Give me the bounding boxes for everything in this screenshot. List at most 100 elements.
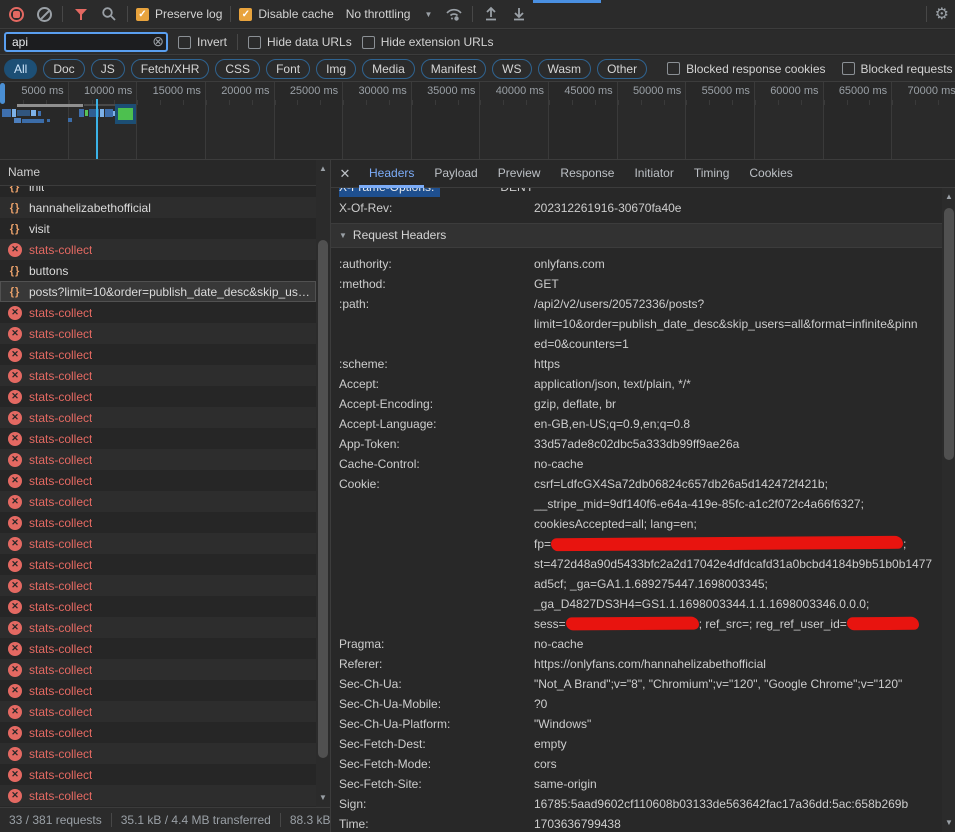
network-overview-timeline[interactable]: 5000 ms10000 ms15000 ms20000 ms25000 ms3…: [0, 82, 955, 160]
timeline-minor-tick: [458, 100, 459, 105]
overview-drag-handle[interactable]: [0, 83, 5, 104]
request-row[interactable]: stats-collect: [0, 785, 316, 806]
request-row[interactable]: stats-collect: [0, 407, 316, 428]
export-har-button[interactable]: [509, 4, 529, 24]
checkbox-blocked-response-cookies[interactable]: Blocked response cookies: [667, 62, 825, 76]
tab-preview[interactable]: Preview: [488, 160, 551, 188]
throttling-value: No throttling: [346, 7, 411, 21]
disable-cache-checkbox[interactable]: Disable cache: [239, 7, 333, 21]
timeline-minor-tick: [847, 100, 848, 105]
request-row[interactable]: stats-collect: [0, 701, 316, 722]
tab-timing[interactable]: Timing: [684, 160, 740, 188]
request-name: buttons: [29, 264, 68, 278]
filter-type-manifest[interactable]: Manifest: [421, 59, 486, 79]
request-name: stats-collect: [29, 579, 92, 593]
scrollbar-thumb[interactable]: [944, 208, 954, 460]
request-list-scrollbar[interactable]: ▲ ▼: [316, 160, 330, 807]
request-row[interactable]: stats-collect: [0, 239, 316, 260]
waterfall-bar: [100, 109, 104, 117]
scroll-down-arrow-icon[interactable]: ▼: [316, 791, 330, 805]
filter-type-js[interactable]: JS: [91, 59, 125, 79]
request-row[interactable]: stats-collect: [0, 302, 316, 323]
request-row[interactable]: stats-collect: [0, 533, 316, 554]
network-conditions-button[interactable]: [444, 4, 464, 24]
record-network-log-button[interactable]: [6, 4, 26, 24]
checkbox-label: Blocked requests: [861, 62, 953, 76]
request-row[interactable]: stats-collect: [0, 386, 316, 407]
scroll-up-arrow-icon[interactable]: ▲: [316, 162, 330, 176]
filter-toggle-button[interactable]: [71, 4, 91, 24]
throttling-select[interactable]: No throttling ▼: [342, 7, 437, 21]
filter-type-css[interactable]: CSS: [215, 59, 260, 79]
tab-headers[interactable]: Headers: [359, 160, 424, 188]
tab-initiator[interactable]: Initiator: [624, 160, 683, 188]
request-row[interactable]: hannahelizabethofficial: [0, 197, 316, 218]
request-row[interactable]: stats-collect: [0, 617, 316, 638]
toolbar-divider: [472, 6, 473, 22]
tab-payload[interactable]: Payload: [424, 160, 487, 188]
request-row[interactable]: stats-collect: [0, 764, 316, 785]
filter-type-ws[interactable]: WS: [492, 59, 531, 79]
request-row[interactable]: buttons: [0, 260, 316, 281]
timeline-minor-tick: [137, 100, 138, 105]
tab-cookies[interactable]: Cookies: [739, 160, 802, 188]
header-value: ?0: [534, 694, 942, 714]
request-row[interactable]: visit: [0, 218, 316, 239]
request-row[interactable]: stats-collect: [0, 722, 316, 743]
request-row[interactable]: stats-collect: [0, 449, 316, 470]
request-row[interactable]: stats-collect: [0, 344, 316, 365]
preserve-log-checkbox[interactable]: Preserve log: [136, 7, 222, 21]
details-scrollbar[interactable]: ▲ ▼: [942, 188, 955, 832]
invert-checkbox[interactable]: Invert: [178, 35, 227, 49]
search-button[interactable]: [99, 4, 119, 24]
request-name: stats-collect: [29, 789, 92, 803]
request-row[interactable]: stats-collect: [0, 638, 316, 659]
hide-data-urls-checkbox[interactable]: Hide data URLs: [248, 35, 352, 49]
request-row[interactable]: stats-collect: [0, 491, 316, 512]
request-row[interactable]: stats-collect: [0, 575, 316, 596]
request-row[interactable]: stats-collect: [0, 596, 316, 617]
scroll-up-arrow-icon[interactable]: ▲: [942, 190, 955, 204]
request-headers-section-header[interactable]: Request Headers: [331, 224, 942, 248]
filter-type-media[interactable]: Media: [362, 59, 415, 79]
filter-type-fetch-xhr[interactable]: Fetch/XHR: [131, 59, 210, 79]
filter-type-img[interactable]: Img: [316, 59, 356, 79]
request-row[interactable]: stats-collect: [0, 659, 316, 680]
scroll-down-arrow-icon[interactable]: ▼: [942, 816, 955, 830]
hide-extension-urls-checkbox[interactable]: Hide extension URLs: [362, 35, 494, 49]
request-list-pane: Name inithannahelizabethofficialvisitsta…: [0, 160, 330, 832]
request-row[interactable]: stats-collect: [0, 680, 316, 701]
filter-type-all[interactable]: All: [4, 59, 37, 79]
timeline-tick-label: 25000 ms: [275, 82, 344, 159]
request-row[interactable]: stats-collect: [0, 554, 316, 575]
request-row[interactable]: stats-collect: [0, 470, 316, 491]
header-name: Accept-Encoding:: [339, 394, 534, 414]
close-details-icon[interactable]: [331, 166, 359, 182]
name-column-header[interactable]: Name: [0, 160, 330, 186]
request-row[interactable]: stats-collect: [0, 323, 316, 344]
request-row-selected[interactable]: posts?limit=10&order=publish_date_desc&s…: [0, 281, 316, 302]
timeline-tick-label: 35000 ms: [412, 82, 481, 159]
clear-filter-icon[interactable]: [152, 34, 164, 48]
filter-type-font[interactable]: Font: [266, 59, 310, 79]
clear-network-log-button[interactable]: [34, 4, 54, 24]
filter-type-other[interactable]: Other: [597, 59, 647, 79]
request-row[interactable]: stats-collect: [0, 743, 316, 764]
scrollbar-thumb[interactable]: [318, 240, 328, 758]
request-row[interactable]: stats-collect: [0, 365, 316, 386]
request-row[interactable]: init: [0, 186, 316, 197]
filter-input[interactable]: [4, 32, 168, 52]
checkbox-blocked-requests[interactable]: Blocked requests: [842, 62, 953, 76]
disable-cache-label: Disable cache: [258, 7, 333, 21]
filter-type-doc[interactable]: Doc: [43, 59, 84, 79]
settings-gear-icon[interactable]: ⚙: [935, 4, 949, 24]
waterfall-bar: [85, 110, 88, 116]
request-row[interactable]: stats-collect: [0, 428, 316, 449]
header-row: Sec-Ch-Ua-Platform:"Windows": [331, 714, 942, 734]
filter-type-wasm[interactable]: Wasm: [538, 59, 592, 79]
headers-detail-view: X-Frame-Options: DENY X-Of-Rev:202312261…: [331, 188, 942, 832]
request-row[interactable]: stats-collect: [0, 512, 316, 533]
import-har-button[interactable]: [481, 4, 501, 24]
tab-response[interactable]: Response: [550, 160, 624, 188]
header-name: :authority:: [339, 254, 534, 274]
